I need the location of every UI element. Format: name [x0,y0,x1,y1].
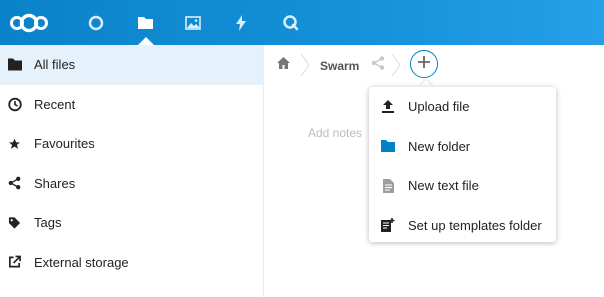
add-notes-placeholder[interactable]: Add notes [308,126,362,140]
menu-item-label: New folder [408,138,471,154]
sidebar: All files Recent Favourites Shares Tags … [0,45,264,297]
top-header [0,0,604,45]
sidebar-item-all-files[interactable]: All files [0,45,263,85]
text-file-icon [381,178,395,193]
menu-item-new-text-file[interactable]: New text file [369,166,556,206]
active-app-indicator [138,37,154,45]
templates-icon [381,218,395,233]
sidebar-item-favourites[interactable]: Favourites [0,124,263,164]
upload-icon [381,100,395,114]
menu-item-templates-folder[interactable]: Set up templates folder [369,206,556,246]
breadcrumb-separator-icon [300,53,310,82]
tag-icon [7,215,22,230]
menu-item-label: New text file [408,178,479,194]
sidebar-item-tags[interactable]: Tags [0,203,263,243]
nextcloud-logo[interactable] [6,0,52,45]
sidebar-item-shares[interactable]: Shares [0,164,263,204]
sidebar-item-label: External storage [34,254,129,270]
clock-icon [7,97,22,112]
breadcrumb: Swarm [264,45,604,85]
menu-item-label: Set up templates folder [408,217,542,233]
external-link-icon [7,255,22,270]
photos-image-icon[interactable] [181,0,205,45]
new-menu: Upload file New folder New text file Set… [369,87,556,242]
sidebar-item-label: Recent [34,96,76,112]
sidebar-item-label: Tags [34,215,62,231]
plus-icon [418,55,430,73]
new-button[interactable] [410,50,438,78]
folder-icon [381,139,395,153]
menu-item-new-folder[interactable]: New folder [369,127,556,167]
share-icon [7,176,22,191]
menu-item-upload-file[interactable]: Upload file [369,87,556,127]
breadcrumb-separator-icon [391,53,401,82]
activity-lightning-icon[interactable] [229,0,253,45]
search-icon[interactable] [278,0,302,45]
folder-icon [7,57,22,72]
menu-item-label: Upload file [408,99,470,115]
sidebar-item-label: Favourites [34,136,95,152]
sidebar-item-label: Shares [34,175,76,191]
dashboard-circle-icon[interactable] [84,0,108,45]
home-icon[interactable] [276,56,291,75]
share-icon[interactable] [371,56,385,75]
sidebar-item-label: All files [34,57,76,73]
sidebar-item-external-storage[interactable]: External storage [0,243,263,283]
sidebar-item-recent[interactable]: Recent [0,85,263,125]
menu-caret [419,80,433,87]
breadcrumb-item-swarm[interactable]: Swarm [320,59,359,73]
star-icon [7,136,22,151]
